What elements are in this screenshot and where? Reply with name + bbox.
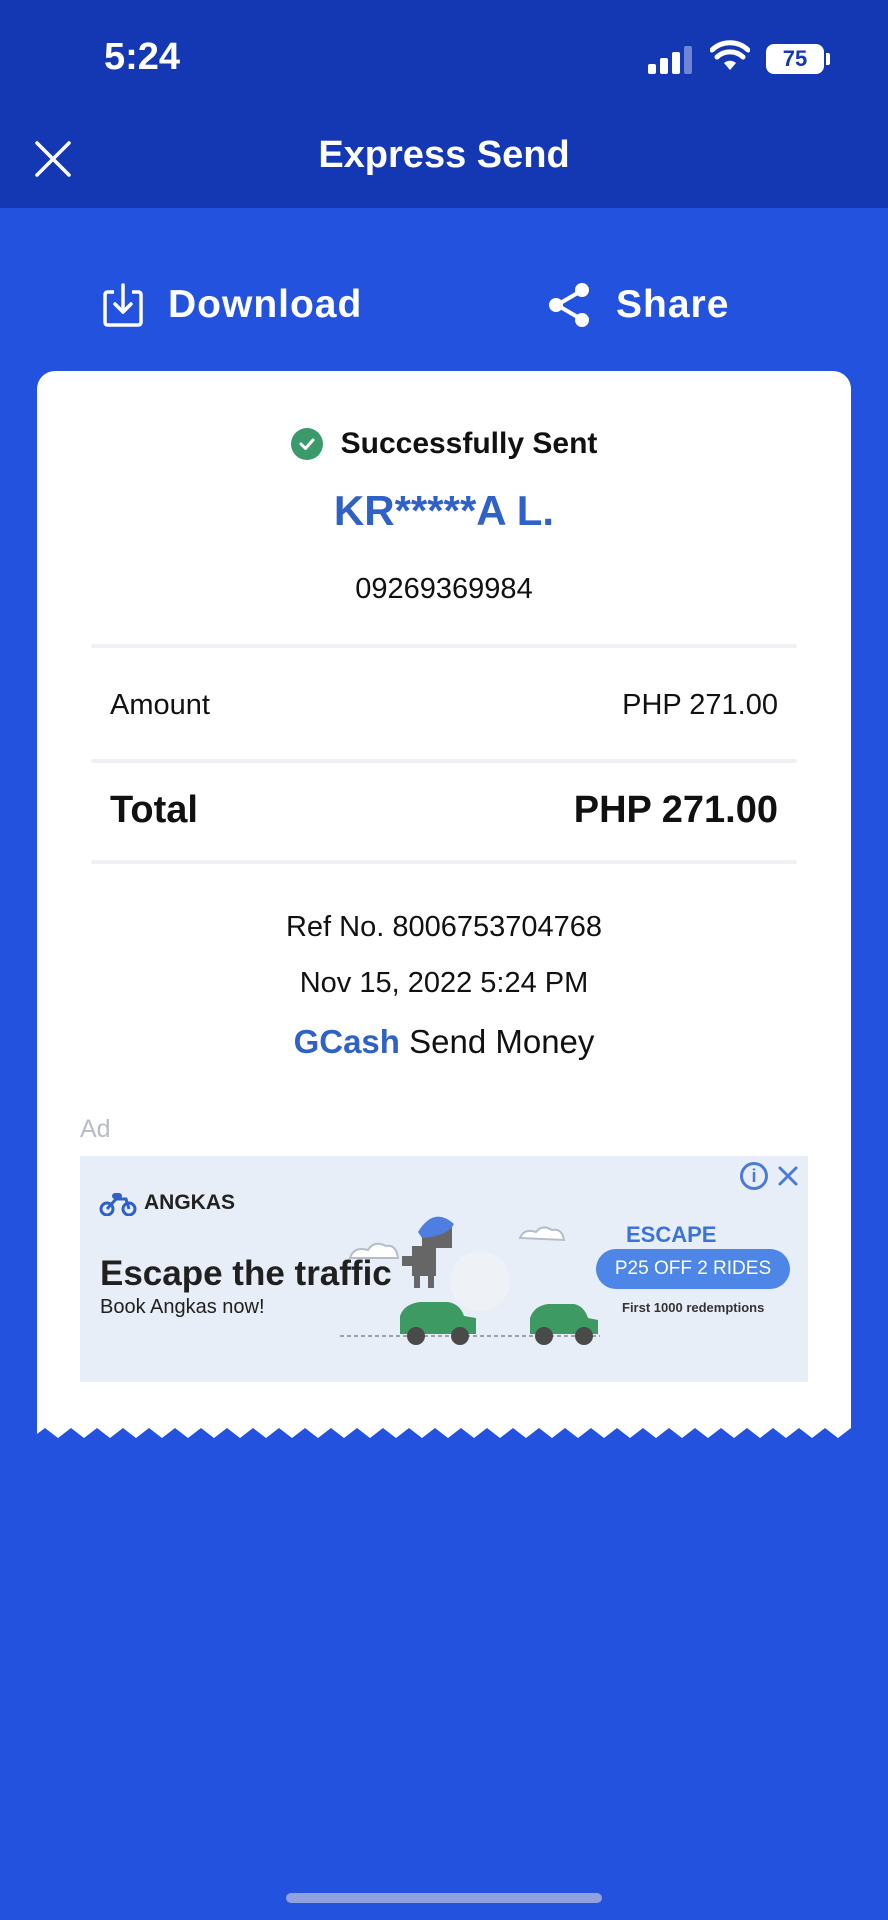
download-label: Download [168, 283, 363, 326]
divider [91, 860, 797, 864]
angkas-logo: ANGKAS [98, 1190, 235, 1216]
ad-brand: ANGKAS [144, 1191, 236, 1214]
ad-info-icon[interactable]: i [740, 1162, 768, 1190]
ad-promo-head: ESCAPE [626, 1222, 717, 1247]
reference-number: Ref No. 8006753704768 [285, 911, 603, 943]
service-line: GCash Send Money [37, 1023, 851, 1061]
service-name: Send Money [409, 1023, 595, 1060]
ad-promo-pill: P25 OFF 2 RIDES [596, 1249, 790, 1289]
share-label: Share [616, 283, 730, 326]
recipient-name: KR*****A L. [333, 487, 555, 534]
receipt-torn-edge [37, 1418, 851, 1438]
gcash-brand: GCash [293, 1023, 400, 1060]
ad-subline: Book Angkas now! [100, 1296, 265, 1318]
amount-label: Amount [110, 689, 210, 721]
home-indicator[interactable] [286, 1893, 602, 1903]
recipient-phone: 09269369984 [355, 573, 533, 605]
motorbike-icon [99, 1193, 137, 1216]
status-time: 5:24 [104, 36, 181, 78]
cellular-signal-icon [648, 44, 694, 74]
ad-close-icon[interactable] [774, 1162, 802, 1190]
ad-banner[interactable]: ANGKAS Escape the traffic Book Angkas no… [80, 1156, 808, 1382]
battery-tip [826, 53, 830, 65]
share-button[interactable]: Share [546, 270, 729, 340]
ad-label: Ad [80, 1115, 111, 1143]
check-circle-icon [290, 428, 323, 460]
total-value: PHP 271.00 [573, 789, 778, 831]
amount-row: Amount PHP 271.00 [110, 689, 778, 722]
wifi-icon [710, 40, 750, 70]
battery-icon: 75 [766, 44, 824, 74]
total-label: Total [110, 789, 198, 831]
nav-bar: Express Send [0, 110, 888, 208]
status-bar: 5:24 75 [0, 0, 888, 110]
transaction-date: Nov 15, 2022 5:24 PM [299, 967, 589, 999]
ad-illustration [340, 1216, 600, 1345]
success-status: Successfully Sent [37, 427, 851, 461]
receipt-card: Successfully Sent KR*****A L. 0926936998… [37, 371, 851, 1421]
divider [91, 759, 797, 763]
share-icon [549, 283, 589, 327]
amount-value: PHP 271.00 [622, 689, 778, 721]
total-row: Total PHP 271.00 [110, 789, 778, 832]
receipt-actions: Download Share [0, 270, 888, 340]
status-text: Successfully Sent [340, 427, 598, 460]
ad-promo-note: First 1000 redemptions [622, 1300, 765, 1315]
page-title: Express Send [318, 134, 570, 176]
download-button[interactable]: Download [102, 270, 362, 340]
divider [91, 644, 797, 648]
download-icon [103, 283, 143, 327]
